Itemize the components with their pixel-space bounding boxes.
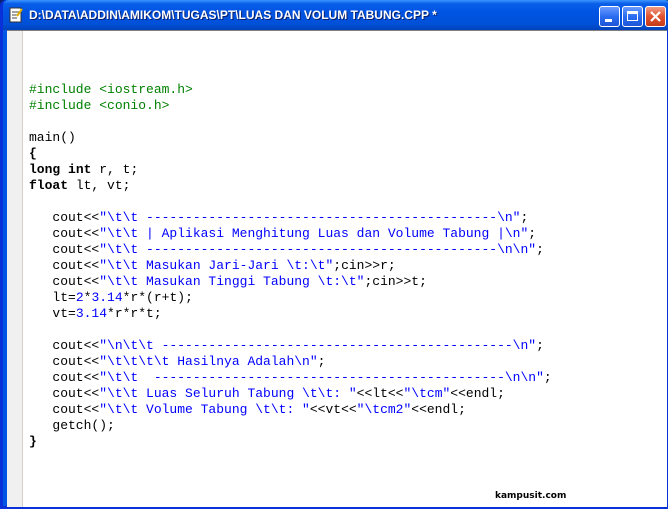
code-line[interactable]: cout<<"\t\t Masukan Jari-Jari \t:\t";cin…	[29, 258, 552, 274]
code-token: cout<<	[29, 242, 100, 257]
code-line[interactable]: cout<<"\t\t | Aplikasi Menghitung Luas d…	[29, 226, 552, 242]
code-token: #include <iostream.h>	[29, 82, 193, 97]
code-token: cout<<	[29, 402, 100, 417]
code-token: ;	[543, 370, 552, 385]
code-token: vt=	[29, 306, 76, 321]
code-line[interactable]: getch();	[29, 418, 552, 434]
code-token: lt=	[29, 290, 76, 305]
code-line[interactable]: #include <conio.h>	[29, 98, 552, 114]
code-token: long	[29, 162, 61, 177]
code-token: {	[29, 146, 37, 161]
code-token: lt, vt;	[68, 178, 131, 193]
code-line[interactable]: cout<<"\t\t Luas Seluruh Tabung \t\t: "<…	[29, 386, 552, 402]
document-icon[interactable]	[9, 7, 23, 23]
code-token: *r*r*t;	[107, 306, 162, 321]
code-token: "\t\t ----------------------------------…	[99, 370, 544, 385]
code-token: cout<<	[29, 386, 100, 401]
code-token: "\t\t Masukan Jari-Jari \t:\t"	[99, 258, 334, 273]
code-token: ;	[536, 242, 544, 257]
code-token: "\tcm"	[403, 386, 451, 401]
code-line[interactable]: cout<<"\n\t\t --------------------------…	[29, 338, 552, 354]
code-line[interactable]: cout<<"\t\t Masukan Tinggi Tabung \t:\t"…	[29, 274, 552, 290]
code-line[interactable]: cout<<"\t\t ----------------------------…	[29, 242, 552, 258]
code-line[interactable]: main()	[29, 130, 552, 146]
code-token: <<endl;	[411, 402, 466, 417]
code-token: "\t\t ----------------------------------…	[99, 210, 521, 225]
code-line[interactable]: {	[29, 146, 552, 162]
code-token: "\t\t Volume Tabung \t\t: "	[99, 402, 310, 417]
title-bar[interactable]: D:\DATA\ADDIN\AMIKOM\TUGAS\PT\LUAS DAN V…	[3, 0, 668, 30]
code-token: <<endl;	[450, 386, 505, 401]
code-line[interactable]: }	[29, 434, 552, 450]
watermark-text: kampusit.com	[495, 491, 567, 501]
code-token: 3.14	[75, 306, 108, 321]
code-token: "\t\t\t\t Hasilnya Adalah\n"	[99, 354, 318, 369]
minimize-icon	[605, 19, 612, 22]
code-token: "\n\t\t --------------------------------…	[99, 338, 537, 353]
code-line[interactable]: cout<<"\t\t\t\t Hasilnya Adalah\n";	[29, 354, 552, 370]
code-token: r, t;	[91, 162, 139, 177]
code-token: }	[29, 434, 37, 449]
code-token: "\t\t Masukan Tinggi Tabung \t:\t"	[99, 274, 365, 289]
code-line[interactable]: long int r, t;	[29, 162, 552, 178]
code-token: ;	[520, 210, 529, 225]
code-area[interactable]: #include <iostream.h> #include <conio.h> m…	[29, 82, 552, 450]
window-title: D:\DATA\ADDIN\AMIKOM\TUGAS\PT\LUAS DAN V…	[29, 8, 437, 22]
code-editor[interactable]: #include <iostream.h> #include <conio.h> m…	[7, 30, 667, 507]
code-token: cout<<	[29, 226, 100, 241]
maximize-button[interactable]	[622, 6, 643, 27]
close-button[interactable]	[645, 6, 666, 27]
close-icon	[650, 11, 661, 22]
code-line[interactable]: float lt, vt;	[29, 178, 552, 194]
code-token: cout<<	[29, 258, 100, 273]
minimize-button[interactable]	[599, 6, 620, 27]
code-line[interactable]: lt=2*3.14*r*(r+t);	[29, 290, 552, 306]
code-line[interactable]: vt=3.14*r*r*t;	[29, 306, 552, 322]
code-token: ;cin>>t;	[364, 274, 427, 289]
code-token: "\t\t | Aplikasi Menghitung Luas dan Vol…	[99, 226, 529, 241]
code-token: *r*(r+t);	[122, 290, 193, 305]
code-token: "\t\t Luas Seluruh Tabung \t\t: "	[99, 386, 357, 401]
code-token: ;	[317, 354, 326, 369]
code-line[interactable]	[29, 322, 552, 338]
code-token: float	[29, 178, 69, 193]
code-token: ;cin>>r;	[333, 258, 396, 273]
editor-window: D:\DATA\ADDIN\AMIKOM\TUGAS\PT\LUAS DAN V…	[0, 0, 668, 509]
code-token: ;	[536, 338, 544, 353]
code-line[interactable]: cout<<"\t\t Volume Tabung \t\t: "<<vt<<"…	[29, 402, 552, 418]
code-token: 2	[75, 290, 84, 305]
code-line[interactable]	[29, 194, 552, 210]
code-token: <<lt<<	[356, 386, 404, 401]
code-token: cout<<	[29, 274, 100, 289]
code-line[interactable]	[29, 114, 552, 130]
maximize-icon	[627, 11, 638, 21]
code-token: #include <conio.h>	[29, 98, 170, 113]
code-line[interactable]: #include <iostream.h>	[29, 82, 552, 98]
code-token: getch();	[29, 418, 115, 433]
code-token: ;	[528, 226, 537, 241]
code-token: "\tcm2"	[356, 402, 412, 417]
code-token: int	[68, 162, 92, 177]
code-token: cout<<	[29, 338, 100, 353]
editor-gutter[interactable]	[7, 31, 23, 507]
code-token: cout<<	[29, 370, 100, 385]
code-token: <<vt<<	[309, 402, 357, 417]
code-token: cout<<	[29, 210, 100, 225]
code-token: "\t\t ----------------------------------…	[99, 242, 537, 257]
code-token: 3.14	[91, 290, 123, 305]
code-line[interactable]: cout<<"\t\t ----------------------------…	[29, 210, 552, 226]
code-token: main()	[29, 130, 76, 145]
code-line[interactable]: cout<<"\t\t ----------------------------…	[29, 370, 552, 386]
code-token: cout<<	[29, 354, 100, 369]
